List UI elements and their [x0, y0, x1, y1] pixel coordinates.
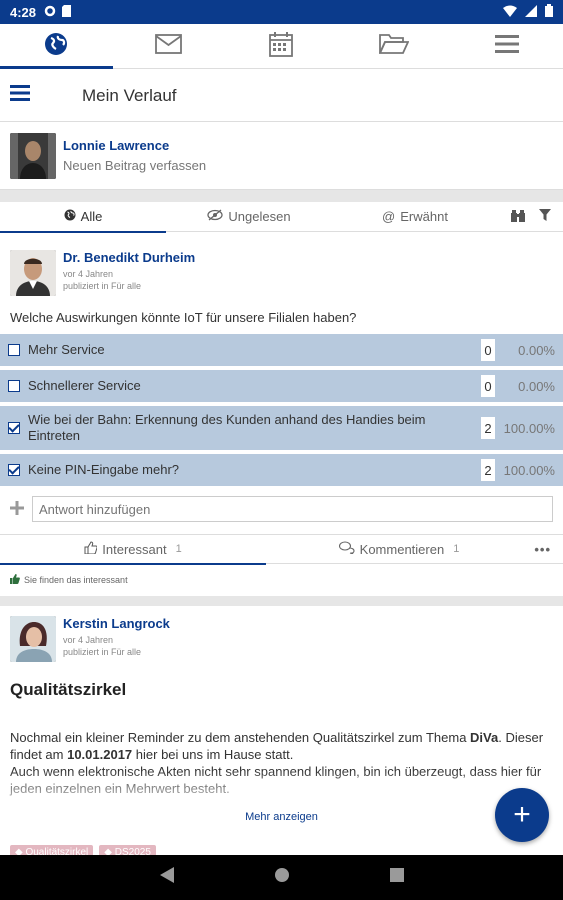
author-avatar[interactable] [10, 250, 56, 296]
system-nav-bar [0, 855, 563, 900]
filter-tab-unread[interactable]: Ungelesen [166, 202, 332, 232]
filter-tab-mentioned-label: Erwähnt [400, 209, 448, 224]
settings-gear-icon [44, 5, 56, 20]
filter-tab-unread-label: Ungelesen [228, 209, 291, 224]
text-fade-overlay [0, 770, 563, 810]
author-avatar[interactable] [10, 616, 56, 662]
back-icon[interactable] [159, 867, 174, 888]
page-title: Mein Verlauf [82, 85, 177, 105]
poll-question: Welche Auswirkungen könnte IoT für unser… [10, 310, 357, 325]
show-more-label[interactable]: Mehr anzeigen [245, 811, 318, 823]
thumbs-up-icon [84, 541, 98, 557]
poll-option[interactable]: Wie bei der Bahn: Erkennung des Kunden a… [0, 406, 563, 452]
envelope-icon [155, 33, 183, 59]
plus-icon: + [513, 798, 531, 831]
status-bar: 4:28 [0, 0, 563, 24]
poll-option-label: Schnellerer Service [28, 378, 141, 393]
folder-open-icon [378, 33, 410, 60]
post-time: vor 4 Jahren [63, 635, 114, 645]
compose-post[interactable]: Lonnie Lawrence Neuen Beitrag verfassen [0, 122, 563, 190]
post-time: vor 4 Jahren [63, 269, 114, 279]
user-avatar [10, 132, 56, 179]
post-author-name[interactable]: Kerstin Langrock [63, 616, 170, 631]
poll-option-label: Keine PIN-Eingabe mehr? [28, 462, 180, 477]
like-label: Interessant [102, 541, 167, 557]
filter-tab-all[interactable]: Alle [0, 202, 166, 233]
poll-option-count: 2 [481, 417, 495, 439]
poll-option-count: 2 [481, 459, 495, 481]
filter-tab-mentioned[interactable]: @ Erwähnt [332, 202, 498, 232]
globe-icon [44, 32, 68, 61]
post-author-name[interactable]: Dr. Benedikt Durheim [63, 250, 195, 265]
create-post-fab[interactable]: + [495, 788, 549, 842]
post-published-in: publiziert in Für alle [63, 281, 142, 291]
filter-bar: Alle Ungelesen @ Erwähnt [0, 202, 563, 233]
poll-option-percent: 100.00% [503, 462, 555, 478]
add-answer-input[interactable] [32, 496, 553, 522]
poll-option-percent: 0.00% [518, 342, 555, 358]
tab-activity-stream[interactable] [0, 24, 113, 69]
poll-option[interactable]: Schnellerer Service 0 0.00% [0, 370, 563, 404]
at-sign-icon: @ [382, 209, 396, 224]
checkbox-checked[interactable] [8, 422, 20, 434]
poll-option-count: 0 [481, 339, 495, 361]
post-body-text: Nochmal ein kleiner Reminder zu dem anst… [10, 730, 471, 745]
checkbox[interactable] [8, 380, 20, 392]
poll-option-percent: 0.00% [518, 378, 555, 394]
calendar-icon [269, 31, 294, 62]
like-count: 1 [175, 543, 182, 555]
poll-option[interactable]: Keine PIN-Eingabe mehr? 2 100.00% [0, 454, 563, 488]
show-more-link[interactable]: Mehr anzeigen [0, 811, 563, 823]
liked-text: Sie finden das interessant [24, 575, 128, 585]
liked-info: Sie finden das interessant [10, 574, 128, 586]
tab-calendar[interactable] [225, 24, 338, 68]
filter-funnel-icon[interactable] [539, 208, 551, 225]
tab-messages[interactable] [113, 24, 226, 68]
post-body-bold: DiVa [470, 730, 499, 745]
filter-tab-all-label: Alle [80, 209, 103, 224]
globe-icon [64, 209, 76, 224]
comment-count: 1 [453, 543, 460, 555]
sidebar-menu-icon[interactable] [10, 84, 48, 107]
thumbs-up-icon [10, 574, 20, 586]
binoculars-icon[interactable] [511, 209, 525, 225]
wifi-icon [503, 5, 517, 20]
post-body-text: hier bei uns im Hause statt. [132, 747, 294, 762]
home-icon[interactable] [274, 867, 290, 888]
poll-option-label: Wie bei der Bahn: Erkennung des Kunden a… [28, 412, 426, 443]
poll-option[interactable]: Mehr Service 0 0.00% [0, 334, 563, 368]
compose-user-name[interactable]: Lonnie Lawrence [63, 138, 206, 153]
section-divider [0, 190, 563, 202]
checkbox-checked[interactable] [8, 464, 20, 476]
post-body-bold: 10.01.2017 [67, 747, 133, 762]
poll-option-percent: 100.00% [503, 420, 555, 436]
comment-label: Kommentieren [359, 541, 445, 557]
post-published-in: publiziert in Für alle [63, 647, 142, 657]
status-time: 4:28 [10, 4, 37, 20]
hamburger-icon [494, 34, 519, 59]
battery-icon [545, 4, 553, 20]
tab-files[interactable] [338, 24, 451, 68]
signal-icon [525, 4, 537, 20]
checkbox[interactable] [8, 344, 20, 356]
poll-option-count: 0 [481, 375, 495, 397]
compose-placeholder[interactable]: Neuen Beitrag verfassen [63, 158, 206, 173]
top-navigation [0, 24, 563, 69]
comment-button[interactable]: Kommentieren 1 [266, 534, 532, 564]
more-options-icon[interactable]: ••• [534, 542, 563, 557]
post-title: Qualitätszirkel [10, 680, 127, 699]
like-button[interactable]: Interessant 1 [0, 534, 266, 565]
plus-icon[interactable] [10, 498, 32, 521]
poll-option-label: Mehr Service [28, 342, 105, 357]
eye-slash-icon [207, 209, 224, 224]
add-answer-row [0, 494, 563, 524]
section-divider [0, 596, 563, 606]
recents-icon[interactable] [389, 868, 404, 887]
post-actions: Interessant 1 Kommentieren 1 ••• [0, 534, 563, 565]
page-header: Mein Verlauf [0, 70, 563, 122]
tab-menu[interactable] [450, 24, 563, 68]
sd-card-icon [62, 4, 72, 20]
comments-icon [338, 541, 355, 557]
